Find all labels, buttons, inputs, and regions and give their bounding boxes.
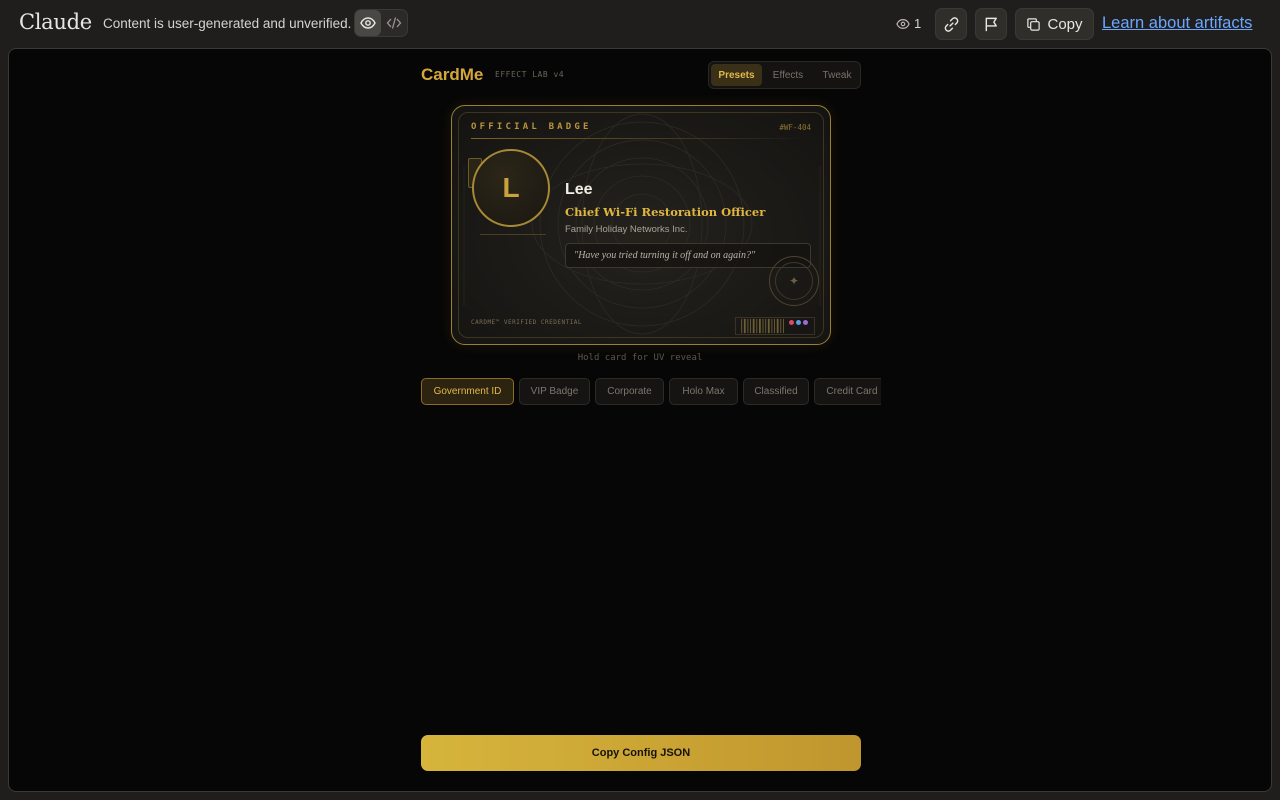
- top-bar: Claude Content is user-generated and unv…: [0, 0, 1280, 48]
- view-count: 1: [896, 16, 921, 31]
- copy-icon: [1027, 17, 1041, 31]
- seal-stamp: ✦: [769, 256, 819, 306]
- link-icon: [944, 16, 958, 32]
- signature-line: [480, 234, 546, 235]
- artifact-frame: CardMe EFFECT LAB v4 Presets Effects Twe…: [8, 48, 1272, 792]
- learn-about-artifacts-link[interactable]: Learn about artifacts: [1102, 14, 1252, 33]
- card-footer: CARDME™ VERIFIED CREDENTIAL: [471, 319, 583, 326]
- copy-button[interactable]: Copy: [1015, 8, 1094, 40]
- preview-eye-icon[interactable]: [355, 10, 381, 36]
- preset-classified[interactable]: Classified: [743, 378, 809, 405]
- cardme-app: CardMe EFFECT LAB v4 Presets Effects Twe…: [420, 49, 881, 791]
- dot-blue: [796, 320, 801, 325]
- dot-pink: [789, 320, 794, 325]
- preset-corporate[interactable]: Corporate: [595, 378, 664, 405]
- app-subtitle: EFFECT LAB v4: [495, 70, 565, 79]
- preset-vip-badge[interactable]: VIP Badge: [519, 378, 590, 405]
- avatar: L: [472, 149, 550, 227]
- claude-logo[interactable]: Claude: [19, 10, 92, 34]
- app-logo: CardMe: [421, 65, 484, 84]
- mode-tabs: Presets Effects Tweak: [708, 61, 861, 89]
- color-dots: [789, 320, 808, 325]
- report-button[interactable]: [975, 8, 1007, 40]
- tab-presets[interactable]: Presets: [711, 64, 762, 86]
- preset-government-id[interactable]: Government ID: [421, 378, 514, 405]
- card-name: Lee: [565, 181, 593, 198]
- card-serial: #WF-404: [779, 123, 811, 132]
- preset-credit-card[interactable]: Credit Card: [814, 378, 881, 405]
- star-icon: ✦: [775, 262, 813, 300]
- content-notice: Content is user-generated and unverified…: [103, 16, 352, 31]
- copy-config-button[interactable]: Copy Config JSON: [421, 735, 861, 771]
- preset-list: Government ID VIP Badge Corporate Holo M…: [421, 378, 881, 406]
- uv-hint: Hold card for UV reveal: [577, 353, 703, 363]
- card-title: Chief Wi-Fi Restoration Officer: [565, 205, 766, 219]
- link-button[interactable]: [935, 8, 967, 40]
- tab-effects[interactable]: Effects: [764, 64, 812, 86]
- card-company: Family Holiday Networks Inc.: [565, 224, 688, 235]
- copy-label: Copy: [1047, 15, 1083, 33]
- preset-holo-max[interactable]: Holo Max: [669, 378, 738, 405]
- eye-icon: [896, 18, 910, 29]
- view-count-value: 1: [914, 16, 922, 31]
- dot-purple: [803, 320, 808, 325]
- card-divider: [471, 138, 811, 139]
- badge-card[interactable]: OFFICIAL BADGE #WF-404 L Lee Chief Wi-Fi…: [451, 105, 831, 345]
- card-header: OFFICIAL BADGE: [471, 122, 592, 132]
- tab-tweak[interactable]: Tweak: [814, 64, 860, 86]
- view-toggle: [354, 9, 408, 37]
- code-icon[interactable]: [381, 10, 407, 36]
- flag-icon: [985, 17, 997, 31]
